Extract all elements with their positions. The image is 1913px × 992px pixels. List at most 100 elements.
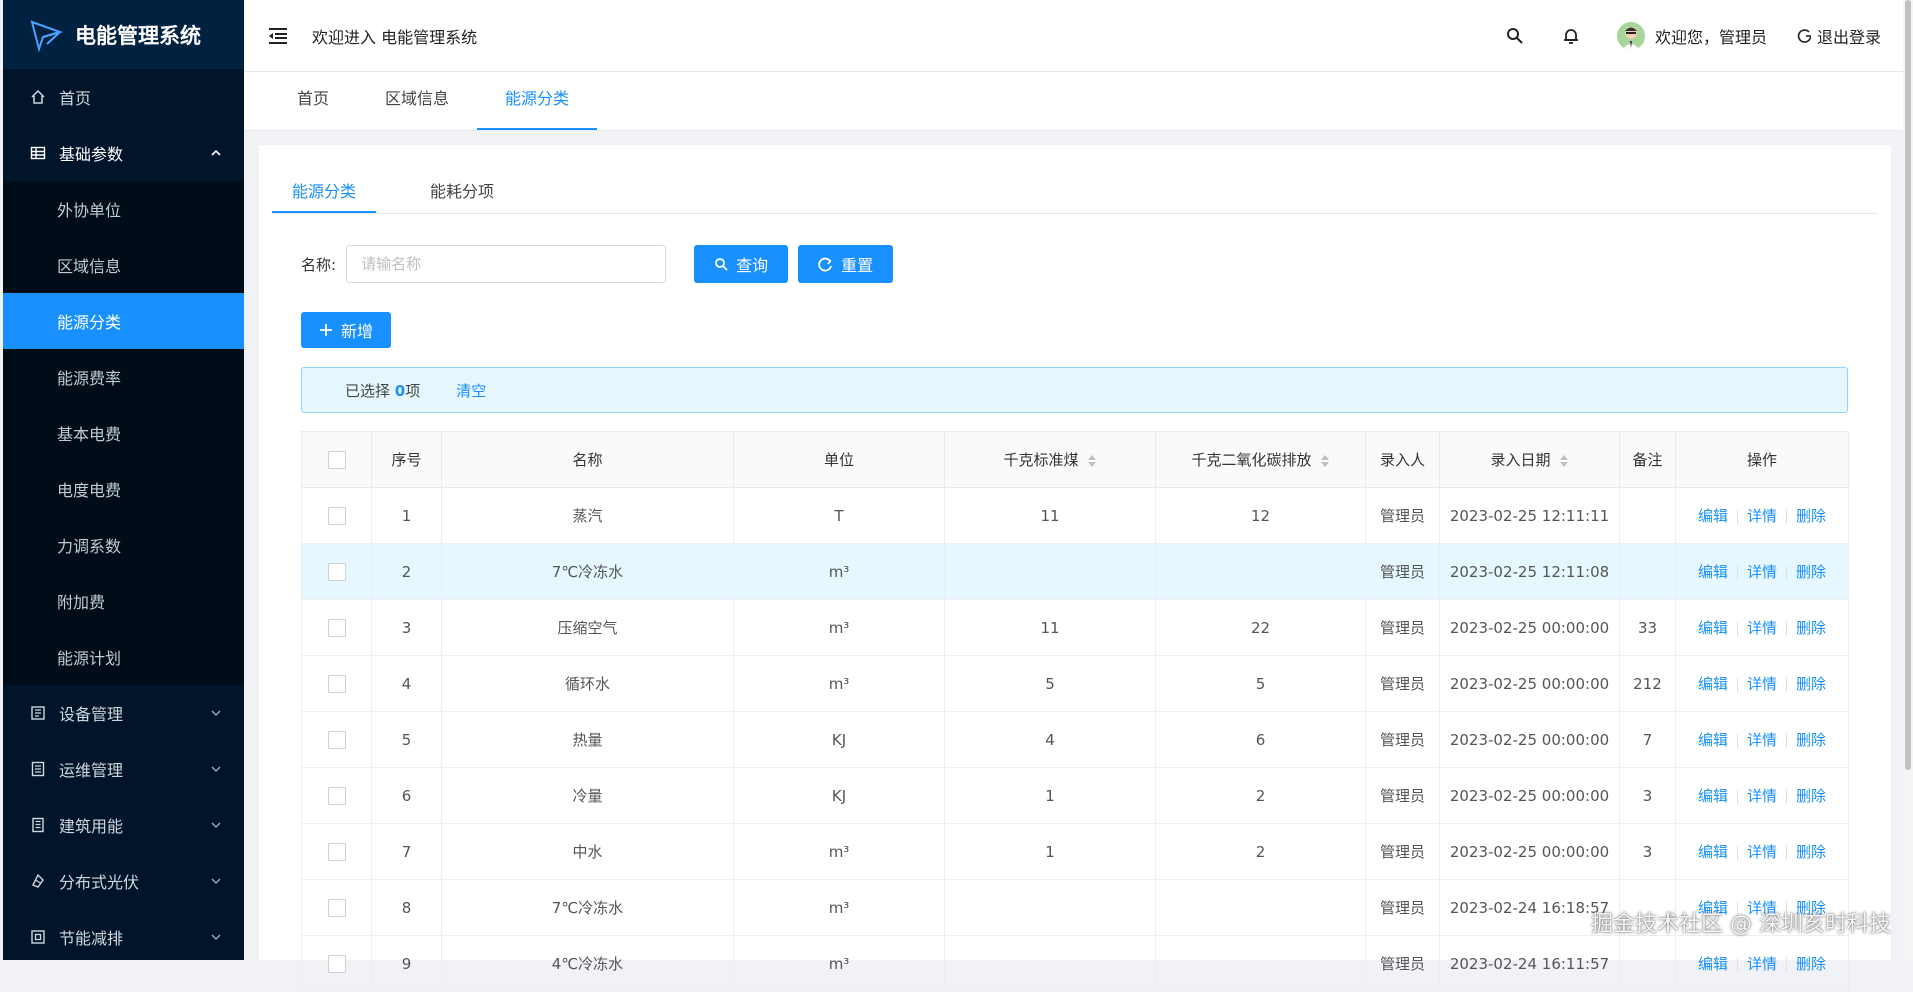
logout-label: 退出登录: [1816, 27, 1881, 47]
sidebar-subitem-1[interactable]: 区域信息: [3, 237, 244, 293]
sort-icon[interactable]: [1559, 453, 1569, 469]
select-all-checkbox[interactable]: [327, 450, 346, 469]
building-icon: [29, 816, 47, 834]
app-logo[interactable]: 电能管理系统: [3, 0, 244, 69]
table-cell: [1619, 543, 1676, 600]
sidebar-subitem-5[interactable]: 电度电费: [3, 461, 244, 517]
delete-link[interactable]: 删除: [1796, 731, 1826, 749]
sidebar-item-2[interactable]: 设备管理: [3, 685, 244, 741]
logout-button[interactable]: 退出登录: [1797, 24, 1881, 48]
inner-tab-0[interactable]: 能源分类: [272, 173, 377, 213]
table-cell: 热量: [441, 711, 734, 768]
delete-link[interactable]: 删除: [1796, 507, 1826, 525]
row-checkbox[interactable]: [327, 842, 346, 861]
column-header[interactable]: 录入日期: [1439, 431, 1620, 488]
edit-link[interactable]: 编辑: [1698, 787, 1728, 805]
avatar[interactable]: [1616, 21, 1645, 50]
sidebar-subitem-3[interactable]: 能源费率: [3, 349, 244, 405]
page-tab-0[interactable]: 首页: [269, 72, 357, 130]
user-greeting[interactable]: 欢迎您，管理员: [1655, 24, 1767, 48]
table-row[interactable]: 5 热量 KJ 4 6 管理员 2023-02-25 00:00:00 7 编辑 详情 删除: [301, 711, 1849, 768]
scrollbar-thumb[interactable]: [1905, 0, 1911, 770]
table-row[interactable]: 1 蒸汽 T 11 12 管理员 2023-02-25 12:11:11 编辑 详情 删除: [301, 487, 1849, 544]
page-scrollbar[interactable]: [1903, 0, 1913, 960]
action-divider: [1786, 733, 1787, 748]
edit-link[interactable]: 编辑: [1698, 731, 1728, 749]
table-cell: 2023-02-25 00:00:00: [1439, 655, 1620, 712]
row-select-cell: [301, 711, 372, 768]
sort-icon[interactable]: [1320, 453, 1330, 469]
column-header[interactable]: 千克二氧化碳排放: [1155, 431, 1366, 488]
sidebar-item-0[interactable]: 首页: [3, 69, 244, 125]
edit-link[interactable]: 编辑: [1698, 563, 1728, 581]
row-checkbox[interactable]: [327, 506, 346, 525]
edit-link[interactable]: 编辑: [1698, 675, 1728, 693]
menu-fold-icon[interactable]: [266, 24, 290, 48]
sidebar-subitem-2[interactable]: 能源分类: [3, 293, 244, 349]
sidebar-item-5[interactable]: 分布式光伏: [3, 853, 244, 909]
table-row[interactable]: 6 冷量 KJ 1 2 管理员 2023-02-25 00:00:00 3 编辑 详情 删除: [301, 767, 1849, 824]
detail-link[interactable]: 详情: [1747, 675, 1777, 693]
search-icon[interactable]: [1505, 26, 1525, 46]
sort-icon[interactable]: [1087, 453, 1097, 469]
query-label: 查询: [736, 256, 769, 275]
row-checkbox[interactable]: [327, 954, 346, 973]
sidebar-subitem-7[interactable]: 附加费: [3, 573, 244, 629]
sidebar-item-1[interactable]: 基础参数: [3, 125, 244, 181]
home-icon: [29, 88, 47, 106]
table-cell: 2023-02-25 12:11:11: [1439, 487, 1620, 544]
bell-icon[interactable]: [1561, 26, 1581, 46]
detail-link[interactable]: 详情: [1747, 563, 1777, 581]
add-button[interactable]: 新增: [301, 312, 392, 348]
table-cell: 2: [1155, 767, 1366, 824]
delete-link[interactable]: 删除: [1796, 843, 1826, 861]
reset-button[interactable]: 重置: [798, 245, 894, 283]
sidebar-subitem-0[interactable]: 外协单位: [3, 181, 244, 237]
page-tabs: 首页 区域信息 能源分类: [244, 72, 1903, 131]
column-header[interactable]: 千克标准煤: [944, 431, 1156, 488]
clear-selection-link[interactable]: 清空: [456, 380, 486, 401]
page-tab-2[interactable]: 能源分类: [477, 72, 598, 130]
table-row[interactable]: 9 4℃冷冻水 m³ 管理员 2023-02-24 16:11:57 编辑 详情 删除: [301, 935, 1849, 992]
detail-link[interactable]: 详情: [1747, 731, 1777, 749]
row-checkbox[interactable]: [327, 674, 346, 693]
edit-link[interactable]: 编辑: [1698, 843, 1728, 861]
name-input[interactable]: [346, 245, 667, 283]
detail-link[interactable]: 详情: [1747, 507, 1777, 525]
row-actions: 编辑 详情 删除: [1675, 487, 1849, 544]
edit-link[interactable]: 编辑: [1698, 619, 1728, 637]
table-cell: 管理员: [1365, 655, 1440, 712]
row-checkbox[interactable]: [327, 730, 346, 749]
table-cell: [1155, 935, 1366, 992]
detail-link[interactable]: 详情: [1747, 619, 1777, 637]
sidebar-subitem-8[interactable]: 能源计划: [3, 629, 244, 685]
table-row[interactable]: 7 中水 m³ 1 2 管理员 2023-02-25 00:00:00 3 编辑 详情 删除: [301, 823, 1849, 880]
delete-link[interactable]: 删除: [1796, 563, 1826, 581]
row-checkbox[interactable]: [327, 898, 346, 917]
detail-link[interactable]: 详情: [1747, 955, 1777, 973]
delete-link[interactable]: 删除: [1796, 675, 1826, 693]
inner-tab-1[interactable]: 能耗分项: [410, 173, 514, 213]
edit-link[interactable]: 编辑: [1698, 955, 1728, 973]
table-row[interactable]: 4 循环水 m³ 5 5 管理员 2023-02-25 00:00:00 212 编辑 详情 删除: [301, 655, 1849, 712]
row-checkbox[interactable]: [327, 562, 346, 581]
delete-link[interactable]: 删除: [1796, 955, 1826, 973]
delete-link[interactable]: 删除: [1796, 787, 1826, 805]
sidebar-item-6[interactable]: 节能减排: [3, 909, 244, 960]
detail-link[interactable]: 详情: [1747, 843, 1777, 861]
table-cell: 3: [1619, 823, 1676, 880]
query-button[interactable]: 查询: [694, 245, 789, 283]
row-checkbox[interactable]: [327, 786, 346, 805]
sidebar-item-3[interactable]: 运维管理: [3, 741, 244, 797]
edit-link[interactable]: 编辑: [1698, 507, 1728, 525]
table-cell: 1: [944, 823, 1156, 880]
table-row[interactable]: 2 7℃冷冻水 m³ 管理员 2023-02-25 12:11:08 编辑 详情 删除: [301, 543, 1849, 600]
sidebar-item-4[interactable]: 建筑用能: [3, 797, 244, 853]
row-checkbox[interactable]: [327, 618, 346, 637]
delete-link[interactable]: 删除: [1796, 619, 1826, 637]
table-row[interactable]: 3 压缩空气 m³ 11 22 管理员 2023-02-25 00:00:00 33 编辑 详情 删…: [301, 599, 1849, 656]
page-tab-1[interactable]: 区域信息: [357, 72, 477, 130]
detail-link[interactable]: 详情: [1747, 787, 1777, 805]
sidebar-subitem-6[interactable]: 力调系数: [3, 517, 244, 573]
sidebar-subitem-4[interactable]: 基本电费: [3, 405, 244, 461]
